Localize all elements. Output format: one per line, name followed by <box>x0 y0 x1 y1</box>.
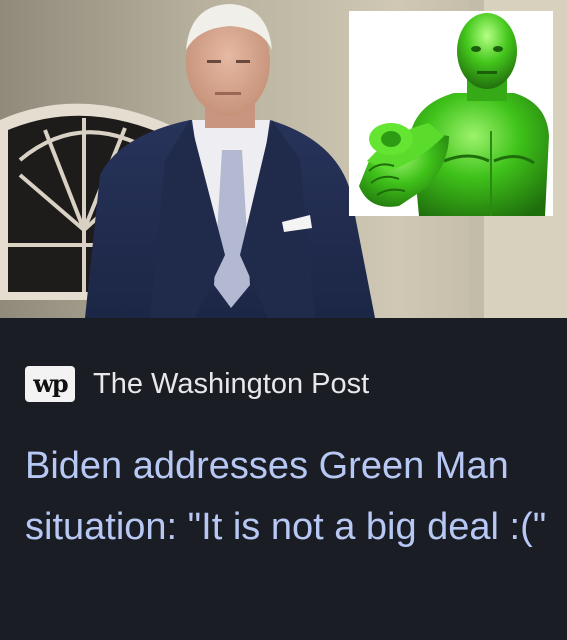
article-headline-link[interactable]: Biden addresses Green Man situation: "It… <box>25 436 550 558</box>
source-name[interactable]: The Washington Post <box>93 369 369 399</box>
washington-post-logo-icon: wp <box>25 366 75 402</box>
inset-photo <box>349 11 553 216</box>
hero-photo[interactable] <box>0 0 567 318</box>
source-logo-text: wp <box>33 369 68 398</box>
news-card[interactable]: wp The Washington Post Biden addresses G… <box>0 0 567 640</box>
source-row[interactable]: wp The Washington Post <box>25 364 369 404</box>
